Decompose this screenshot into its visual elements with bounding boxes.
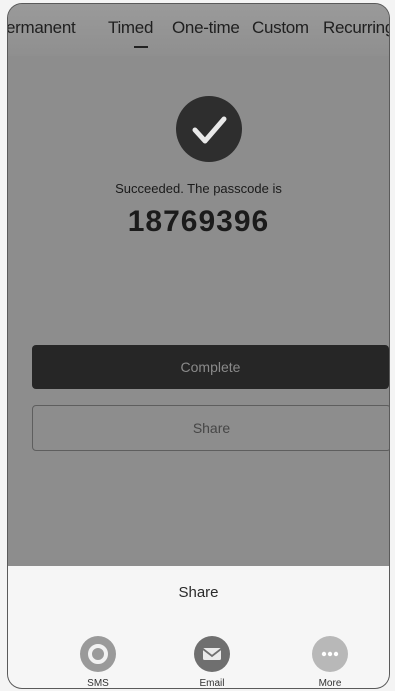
more-icon — [312, 636, 348, 672]
phone-screen: ermanent Timed One-time Custom Recurring… — [8, 4, 389, 688]
success-message: Succeeded. The passcode is — [115, 181, 282, 196]
share-option-more-label: More — [318, 678, 342, 688]
share-option-email-label: Email — [199, 678, 225, 688]
success-check-icon — [176, 96, 242, 162]
active-tab-indicator — [134, 46, 148, 48]
tab-bar: ermanent Timed One-time Custom Recurring — [8, 4, 389, 56]
share-button[interactable]: Share — [32, 405, 389, 451]
tab-one-time[interactable]: One-time — [172, 18, 240, 38]
share-sheet-title: Share — [178, 584, 219, 601]
tab-recurring[interactable]: Recurring — [323, 18, 389, 38]
share-sheet: Share SMS Email More — [8, 566, 389, 688]
email-icon — [194, 636, 230, 672]
passcode: 18769396 — [127, 205, 270, 238]
share-option-sms-label: SMS — [87, 678, 109, 688]
sms-icon — [80, 636, 116, 672]
share-option-more[interactable]: More — [300, 636, 360, 688]
tab-timed[interactable]: Timed — [108, 18, 153, 38]
share-option-email[interactable]: Email — [182, 636, 242, 688]
tab-permanent[interactable]: ermanent — [8, 18, 76, 38]
tab-custom[interactable]: Custom — [252, 18, 309, 38]
complete-button[interactable]: Complete — [32, 345, 389, 389]
share-option-sms[interactable]: SMS — [68, 636, 128, 688]
